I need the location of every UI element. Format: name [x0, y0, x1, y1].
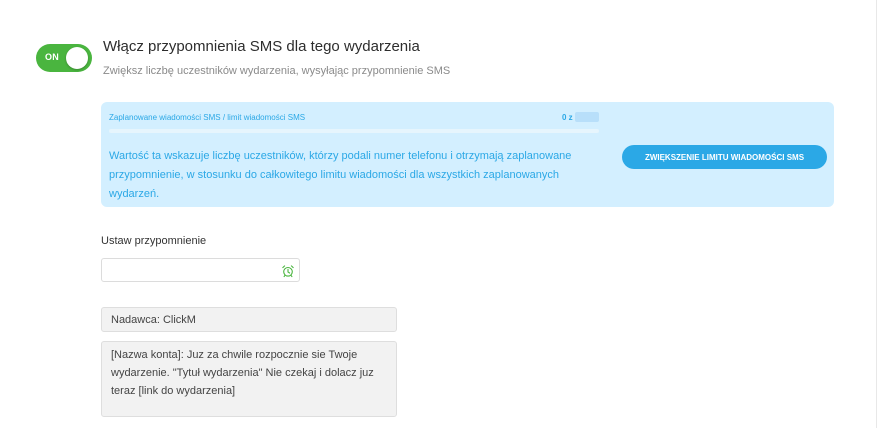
- toggle-state-label: ON: [45, 52, 60, 62]
- sms-limit-description: Wartość ta wskazuje liczbę uczestników, …: [109, 150, 572, 200]
- sms-message-preview: [Nazwa konta]: Juz za chwile rozpocznie …: [101, 341, 397, 417]
- sms-limit-panel: Zaplanowane wiadomości SMS / limit wiado…: [101, 102, 834, 207]
- sms-limit-title: Zaplanowane wiadomości SMS / limit wiado…: [109, 113, 306, 122]
- sender-field: Nadawca: ClickM: [101, 307, 397, 332]
- sms-limit-total-hidden: [575, 112, 599, 122]
- alarm-clock-icon[interactable]: [281, 264, 295, 278]
- reminder-time-input[interactable]: [101, 258, 300, 282]
- section-title: Włącz przypomnienia SMS dla tego wydarze…: [103, 38, 420, 55]
- toggle-knob: [66, 47, 88, 69]
- sms-limit-count: 0 z: [562, 113, 573, 122]
- sms-reminder-toggle[interactable]: ON: [36, 44, 92, 72]
- section-subtitle: Zwiększ liczbę uczestników wydarzenia, w…: [103, 65, 451, 77]
- page-right-border: [876, 0, 877, 428]
- increase-sms-limit-button[interactable]: ZWIĘKSZENIE LIMITU WIADOMOŚCI SMS: [622, 145, 827, 169]
- sms-limit-progress-bar: [109, 129, 599, 133]
- reminder-label: Ustaw przypomnienie: [101, 235, 207, 247]
